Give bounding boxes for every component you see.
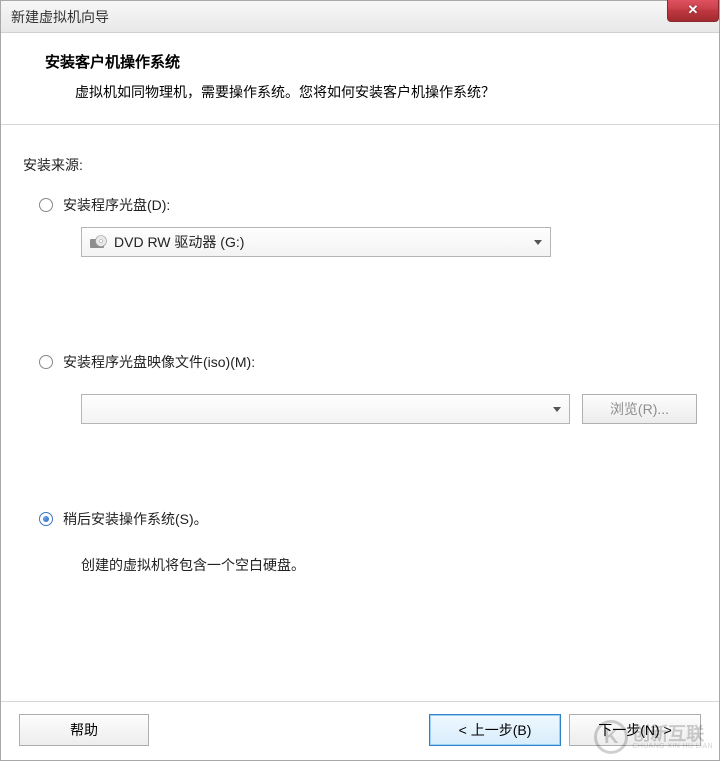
next-button[interactable]: 下一步(N) > <box>569 714 701 746</box>
wizard-header: 安装客户机操作系统 虚拟机如同物理机，需要操作系统。您将如何安装客户机操作系统？ <box>1 33 719 125</box>
radio-later[interactable] <box>39 512 53 526</box>
option-later-row[interactable]: 稍后安装操作系统(S)。 <box>39 509 697 529</box>
combo-arrow <box>526 240 550 245</box>
close-icon: ✕ <box>688 2 699 18</box>
radio-disc[interactable] <box>39 198 53 212</box>
close-button[interactable]: ✕ <box>667 0 719 22</box>
option-iso-row[interactable]: 安装程序光盘映像文件(iso)(M): <box>39 352 697 372</box>
option-later-label: 稍后安装操作系统(S)。 <box>63 509 208 529</box>
back-button[interactable]: < 上一步(B) <box>429 714 561 746</box>
install-source-label: 安装来源: <box>23 155 697 175</box>
option-later-description: 创建的虚拟机将包含一个空白硬盘。 <box>81 555 697 575</box>
disc-icon <box>90 235 108 249</box>
combo-arrow-iso <box>545 407 569 412</box>
chevron-down-icon <box>553 407 561 412</box>
iso-path-combobox[interactable] <box>81 394 570 424</box>
browse-button[interactable]: 浏览(R)... <box>582 394 697 424</box>
disc-drive-combobox[interactable]: DVD RW 驱动器 (G:) <box>81 227 551 257</box>
wizard-content: 安装来源: 安装程序光盘(D): DVD RW 驱动器 (G:) 安装程序光盘映… <box>1 125 719 701</box>
option-disc-label: 安装程序光盘(D): <box>63 195 170 215</box>
option-disc-row[interactable]: 安装程序光盘(D): <box>39 195 697 215</box>
page-title: 安装客户机操作系统 <box>45 51 689 72</box>
page-subtitle: 虚拟机如同物理机，需要操作系统。您将如何安装客户机操作系统？ <box>75 82 689 102</box>
disc-drive-value: DVD RW 驱动器 (G:) <box>114 232 526 252</box>
option-iso-label: 安装程序光盘映像文件(iso)(M): <box>63 352 255 372</box>
wizard-window: 新建虚拟机向导 ✕ 安装客户机操作系统 虚拟机如同物理机，需要操作系统。您将如何… <box>0 0 720 761</box>
chevron-down-icon <box>534 240 542 245</box>
radio-iso[interactable] <box>39 355 53 369</box>
titlebar: 新建虚拟机向导 ✕ <box>1 1 719 33</box>
help-button[interactable]: 帮助 <box>19 714 149 746</box>
wizard-footer: 帮助 < 上一步(B) 下一步(N) > K 创新互联 CHUANG XIN H… <box>1 701 719 760</box>
window-title: 新建虚拟机向导 <box>11 7 109 27</box>
